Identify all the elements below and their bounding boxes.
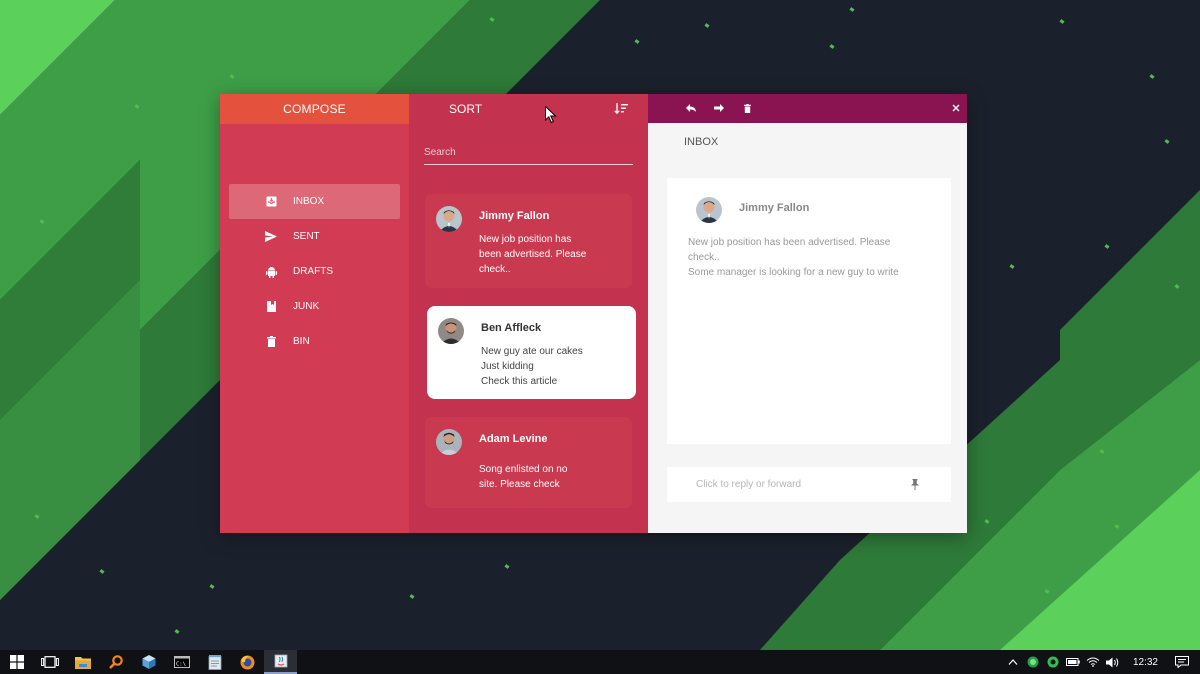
file-explorer-icon[interactable] (66, 650, 99, 674)
green-dot-icon[interactable] (1023, 650, 1043, 674)
compose-button[interactable]: COMPOSE (220, 94, 409, 124)
windows-start-icon[interactable] (0, 650, 33, 674)
body-line: New job position has been advertised. Pl… (688, 237, 891, 248)
notepad-icon[interactable] (198, 650, 231, 674)
sender-name: Jimmy Fallon (739, 202, 810, 214)
preview-line: New job position has (479, 234, 572, 245)
search-field (424, 138, 633, 165)
sidebar-item-sent[interactable]: SENT (229, 219, 400, 254)
task-view-icon[interactable] (33, 650, 66, 674)
search-app-icon[interactable] (99, 650, 132, 674)
search-input[interactable] (424, 147, 633, 158)
mouse-cursor-icon (545, 106, 557, 124)
preview-line: New guy ate our cakes (481, 346, 583, 357)
sort-icon[interactable] (614, 102, 628, 116)
body-line: Some manager is looking for a new guy to… (688, 267, 899, 278)
sidebar-item-drafts[interactable]: DRAFTS (229, 254, 400, 289)
cube-app-icon[interactable] (132, 650, 165, 674)
sidebar-item-junk[interactable]: JUNK (229, 289, 400, 324)
sidebar-item-label: BIN (293, 336, 310, 347)
reply-box (667, 467, 951, 502)
green-circle-icon[interactable] (1043, 650, 1063, 674)
preview-line: been advertised. Please (479, 249, 587, 260)
android-icon (265, 266, 277, 278)
send-icon (265, 231, 277, 243)
avatar (438, 318, 464, 344)
reader-panel: INBOX Jimmy Fallon New job position has … (648, 94, 967, 533)
svg-text:C:\: C:\ (176, 662, 186, 668)
wifi-icon[interactable] (1083, 650, 1103, 674)
preview-line: Song enlisted on no (479, 464, 568, 475)
close-icon[interactable] (949, 101, 963, 115)
sidebar: COMPOSE INBOX SENT DRAFTS JUNK BIN (220, 94, 409, 533)
message-preview: New guy ate our cakes Just kidding Check… (481, 344, 611, 389)
taskbar: C:\ 12:32 (0, 650, 1200, 674)
sender-name: Jimmy Fallon (479, 210, 550, 222)
avatar (436, 429, 462, 455)
sender-name: Adam Levine (479, 433, 548, 445)
preview-line: check.. (479, 264, 511, 275)
sidebar-item-inbox[interactable]: INBOX (229, 184, 400, 219)
avatar (436, 206, 462, 232)
list-header: SORT (409, 94, 648, 124)
inbox-icon (265, 196, 277, 208)
reply-input[interactable] (696, 479, 896, 490)
message-view: Jimmy Fallon New job position has been a… (667, 178, 951, 444)
firefox-icon[interactable] (231, 650, 264, 674)
message-card-adam-levine[interactable]: Adam Levine Song enlisted on no site. Pl… (425, 417, 632, 508)
avatar (696, 197, 722, 223)
message-body: New job position has been advertised. Pl… (688, 235, 928, 280)
message-preview: New job position has been advertised. Pl… (479, 232, 609, 277)
pin-icon[interactable] (909, 478, 921, 491)
preview-line: Just kidding (481, 361, 534, 372)
chevron-up-icon[interactable] (1003, 650, 1023, 674)
java-app-icon[interactable] (264, 650, 297, 674)
preview-line: site. Please check (479, 479, 560, 490)
sort-button[interactable]: SORT (449, 102, 482, 116)
battery-icon[interactable] (1063, 650, 1083, 674)
sidebar-item-label: JUNK (293, 301, 320, 312)
delete-icon[interactable] (740, 101, 754, 115)
sidebar-item-label: SENT (293, 231, 320, 242)
forward-icon[interactable] (712, 101, 726, 115)
body-line: check.. (688, 252, 720, 263)
mail-app-window: COMPOSE INBOX SENT DRAFTS JUNK BIN SORT … (220, 94, 967, 533)
message-list-panel: SORT Jimmy Fallon New job position has b… (409, 94, 648, 533)
preview-line: Check this article (481, 376, 558, 387)
message-card-jimmy-fallon[interactable]: Jimmy Fallon New job position has been a… (425, 194, 632, 288)
taskbar-clock[interactable]: 12:32 (1133, 657, 1158, 668)
system-tray: 12:32 (1003, 650, 1200, 674)
message-preview: Song enlisted on no site. Please check (479, 462, 609, 492)
sender-name: Ben Affleck (481, 322, 542, 334)
volume-icon[interactable] (1103, 650, 1123, 674)
sidebar-item-label: DRAFTS (293, 266, 333, 277)
sidebar-item-label: INBOX (293, 196, 325, 207)
sidebar-nav: INBOX SENT DRAFTS JUNK BIN (229, 184, 400, 359)
reader-title: INBOX (684, 136, 719, 148)
bookmark-icon (265, 301, 277, 313)
reader-toolbar (648, 94, 967, 123)
terminal-icon[interactable]: C:\ (165, 650, 198, 674)
notification-icon[interactable] (1172, 650, 1192, 674)
trash-icon (265, 336, 277, 348)
message-card-ben-affleck[interactable]: Ben Affleck New guy ate our cakes Just k… (427, 306, 636, 399)
reply-icon[interactable] (684, 101, 698, 115)
sidebar-item-bin[interactable]: BIN (229, 324, 400, 359)
